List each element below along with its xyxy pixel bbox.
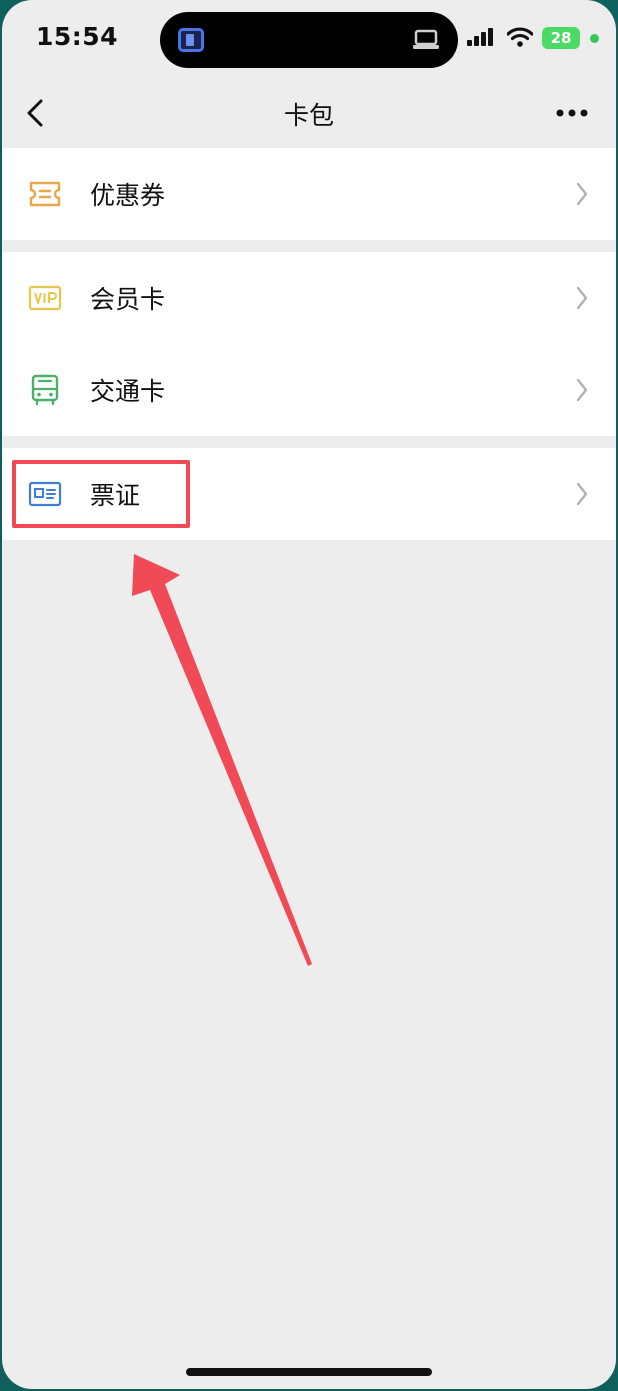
list-group-cards: 会员卡 交通卡 — [2, 252, 616, 436]
home-indicator[interactable] — [186, 1368, 432, 1376]
bus-icon — [31, 374, 59, 406]
chevron-right-icon — [576, 182, 588, 206]
app-activity-icon — [178, 28, 204, 52]
chevron-right-icon — [576, 378, 588, 402]
more-icon[interactable] — [555, 108, 589, 118]
vip-card-icon — [28, 285, 62, 311]
dynamic-island — [160, 12, 458, 68]
wifi-icon — [507, 27, 533, 47]
cellular-signal-icon — [467, 28, 493, 46]
battery-icon: 28 — [542, 27, 580, 49]
page-title: 卡包 — [283, 101, 334, 130]
chevron-right-icon — [576, 482, 588, 506]
privacy-indicator-dot — [590, 34, 599, 43]
list-item-label: 交通卡 — [90, 377, 166, 406]
list-item-label: 优惠券 — [90, 181, 166, 210]
chevron-right-icon — [576, 286, 588, 310]
navigation-bar: 卡包 — [2, 80, 616, 146]
highlight-box — [12, 460, 190, 528]
status-time: 15:54 — [36, 22, 119, 51]
list-item-coupons[interactable]: 优惠券 — [2, 148, 616, 240]
list-item-membership-cards[interactable]: 会员卡 — [2, 252, 616, 344]
list-item-transit-cards[interactable]: 交通卡 — [2, 344, 616, 436]
list-item-label: 会员卡 — [90, 285, 166, 314]
status-bar: 15:54 28 — [2, 0, 616, 80]
coupon-icon — [29, 181, 61, 207]
laptop-icon — [413, 29, 439, 49]
list-group-coupons: 优惠券 — [2, 148, 616, 240]
phone-screen: 15:54 28 卡包 优惠券 会员卡 交通卡 票证 — [2, 0, 616, 1389]
